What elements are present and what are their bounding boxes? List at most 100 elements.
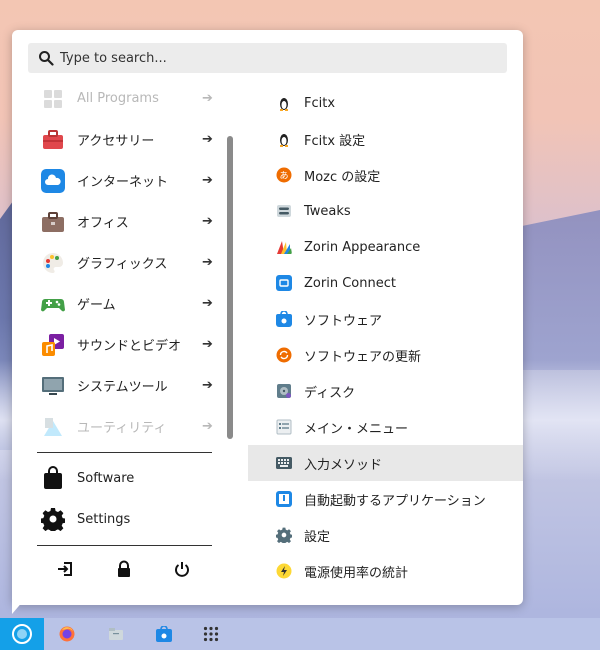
category-label: ゲーム — [77, 298, 116, 313]
software-button[interactable]: Software — [32, 458, 134, 498]
category-list: All Programs ➔ アクセサリー ➔ インターネット ➔ オフィス ➔… — [32, 78, 232, 447]
media-icon — [42, 333, 64, 356]
arrow-right-icon: ➔ — [202, 296, 213, 311]
firefox-icon[interactable] — [59, 626, 75, 642]
gamepad-icon — [41, 298, 65, 311]
toolbox-icon — [43, 129, 63, 149]
app-label: Zorin Appearance — [304, 239, 421, 255]
app-item-power-statistics[interactable]: 電源使用率の統計 — [248, 553, 523, 589]
all-programs-icon — [44, 89, 62, 108]
category-all-programs[interactable]: All Programs ➔ — [32, 78, 232, 119]
app-label: Fcitx 設定 — [304, 133, 366, 149]
monitor-icon — [42, 376, 64, 395]
category-games[interactable]: ゲーム ➔ — [32, 283, 232, 324]
category-label: アクセサリー — [77, 134, 155, 149]
app-list: Fcitx Fcitx 設定 あ Mozc の設定 Tweaks Zorin A… — [248, 85, 523, 589]
startup-icon — [276, 491, 292, 507]
software-store-icon[interactable] — [156, 626, 172, 642]
app-item-software-update[interactable]: ソフトウェアの更新 — [248, 337, 523, 373]
category-system-tools[interactable]: システムツール ➔ — [32, 365, 232, 406]
keyboard-icon — [276, 457, 292, 469]
category-label: All Programs — [77, 91, 159, 106]
arrow-right-icon: ➔ — [202, 255, 213, 270]
zorin-menu-button[interactable] — [0, 618, 44, 650]
taskbar — [0, 618, 600, 650]
divider — [37, 545, 212, 546]
search-icon — [39, 51, 54, 66]
arrow-right-icon: ➔ — [202, 132, 213, 147]
app-label: Mozc の設定 — [304, 169, 381, 185]
connect-icon — [276, 275, 292, 291]
app-item-tweaks[interactable]: Tweaks — [248, 193, 523, 229]
arrow-right-icon: ➔ — [202, 91, 213, 106]
penguin-icon — [280, 134, 288, 147]
arrow-right-icon: ➔ — [202, 378, 213, 393]
log-out-icon[interactable] — [56, 560, 74, 578]
category-graphics[interactable]: グラフィックス ➔ — [32, 242, 232, 283]
app-item-disks[interactable]: ディスク — [248, 373, 523, 409]
gear-icon — [41, 508, 65, 531]
update-icon — [276, 347, 292, 363]
app-label: ソフトウェア — [304, 313, 383, 329]
category-office[interactable]: オフィス ➔ — [32, 201, 232, 242]
category-accessories[interactable]: アクセサリー ➔ — [32, 119, 232, 160]
category-utilities[interactable]: ユーティリティ ➔ — [32, 406, 232, 447]
zorin-logo-icon — [12, 624, 32, 644]
software-label: Software — [77, 470, 135, 486]
app-item-fcitx-settings[interactable]: Fcitx 設定 — [248, 121, 523, 157]
app-label: ディスク — [304, 385, 356, 401]
settings-label: Settings — [77, 511, 131, 527]
app-label: 入力メソッド — [304, 457, 383, 473]
app-label: メイン・メニュー — [304, 421, 409, 437]
app-item-software[interactable]: ソフトウェア — [248, 301, 523, 337]
arrow-right-icon: ➔ — [202, 337, 213, 352]
app-label: Fcitx — [304, 95, 336, 111]
category-label: システムツール — [77, 380, 168, 395]
category-label: ユーティリティ — [77, 421, 167, 436]
gear-icon — [276, 527, 292, 543]
app-item-startup-apps[interactable]: 自動起動するアプリケーション — [248, 481, 523, 517]
app-label: Zorin Connect — [304, 275, 396, 291]
category-scrollbar[interactable] — [227, 136, 233, 439]
app-item-settings[interactable]: 設定 — [248, 517, 523, 553]
app-label: ソフトウェアの更新 — [304, 349, 422, 365]
app-item-input-method[interactable]: 入力メソッド — [248, 445, 523, 481]
app-item-zorin-appearance[interactable]: Zorin Appearance — [248, 229, 523, 265]
category-label: インターネット — [77, 175, 169, 190]
cloud-icon — [41, 168, 65, 193]
appearance-icon — [277, 241, 292, 254]
category-label: グラフィックス — [77, 257, 168, 272]
utilities-icon — [44, 417, 62, 436]
palette-icon — [43, 252, 63, 273]
mozc-icon: あ — [276, 167, 292, 183]
search-input[interactable]: Type to search... — [60, 51, 167, 66]
settings-button[interactable]: Settings — [32, 499, 130, 539]
lock-icon[interactable] — [115, 560, 133, 578]
app-grid-icon[interactable] — [203, 626, 219, 642]
category-internet[interactable]: インターネット ➔ — [32, 160, 232, 201]
disk-icon — [277, 384, 291, 398]
app-label: 電源使用率の統計 — [304, 565, 409, 581]
menu-pointer — [12, 600, 24, 614]
files-icon[interactable] — [108, 626, 124, 642]
svg-text:あ: あ — [279, 171, 288, 182]
app-item-fcitx[interactable]: Fcitx — [248, 85, 523, 121]
tweaks-icon — [277, 205, 291, 217]
category-label: オフィス — [77, 216, 129, 231]
power-icon[interactable] — [173, 560, 191, 578]
divider — [37, 452, 212, 453]
app-item-mozc-settings[interactable]: あ Mozc の設定 — [248, 157, 523, 193]
category-sound-video[interactable]: サウンドとビデオ ➔ — [32, 324, 232, 365]
arrow-right-icon: ➔ — [202, 419, 213, 434]
app-item-main-menu[interactable]: メイン・メニュー — [248, 409, 523, 445]
app-label: 設定 — [304, 529, 331, 545]
category-label: サウンドとビデオ — [77, 339, 182, 354]
app-item-zorin-connect[interactable]: Zorin Connect — [248, 265, 523, 301]
arrow-right-icon: ➔ — [202, 173, 213, 188]
power-stats-icon — [276, 563, 292, 579]
shopping-bag-icon — [44, 466, 62, 489]
arrow-right-icon: ➔ — [202, 214, 213, 229]
search-bar[interactable]: Type to search... — [28, 43, 507, 73]
menu-editor-icon — [276, 419, 292, 435]
app-label: 自動起動するアプリケーション — [304, 493, 486, 509]
